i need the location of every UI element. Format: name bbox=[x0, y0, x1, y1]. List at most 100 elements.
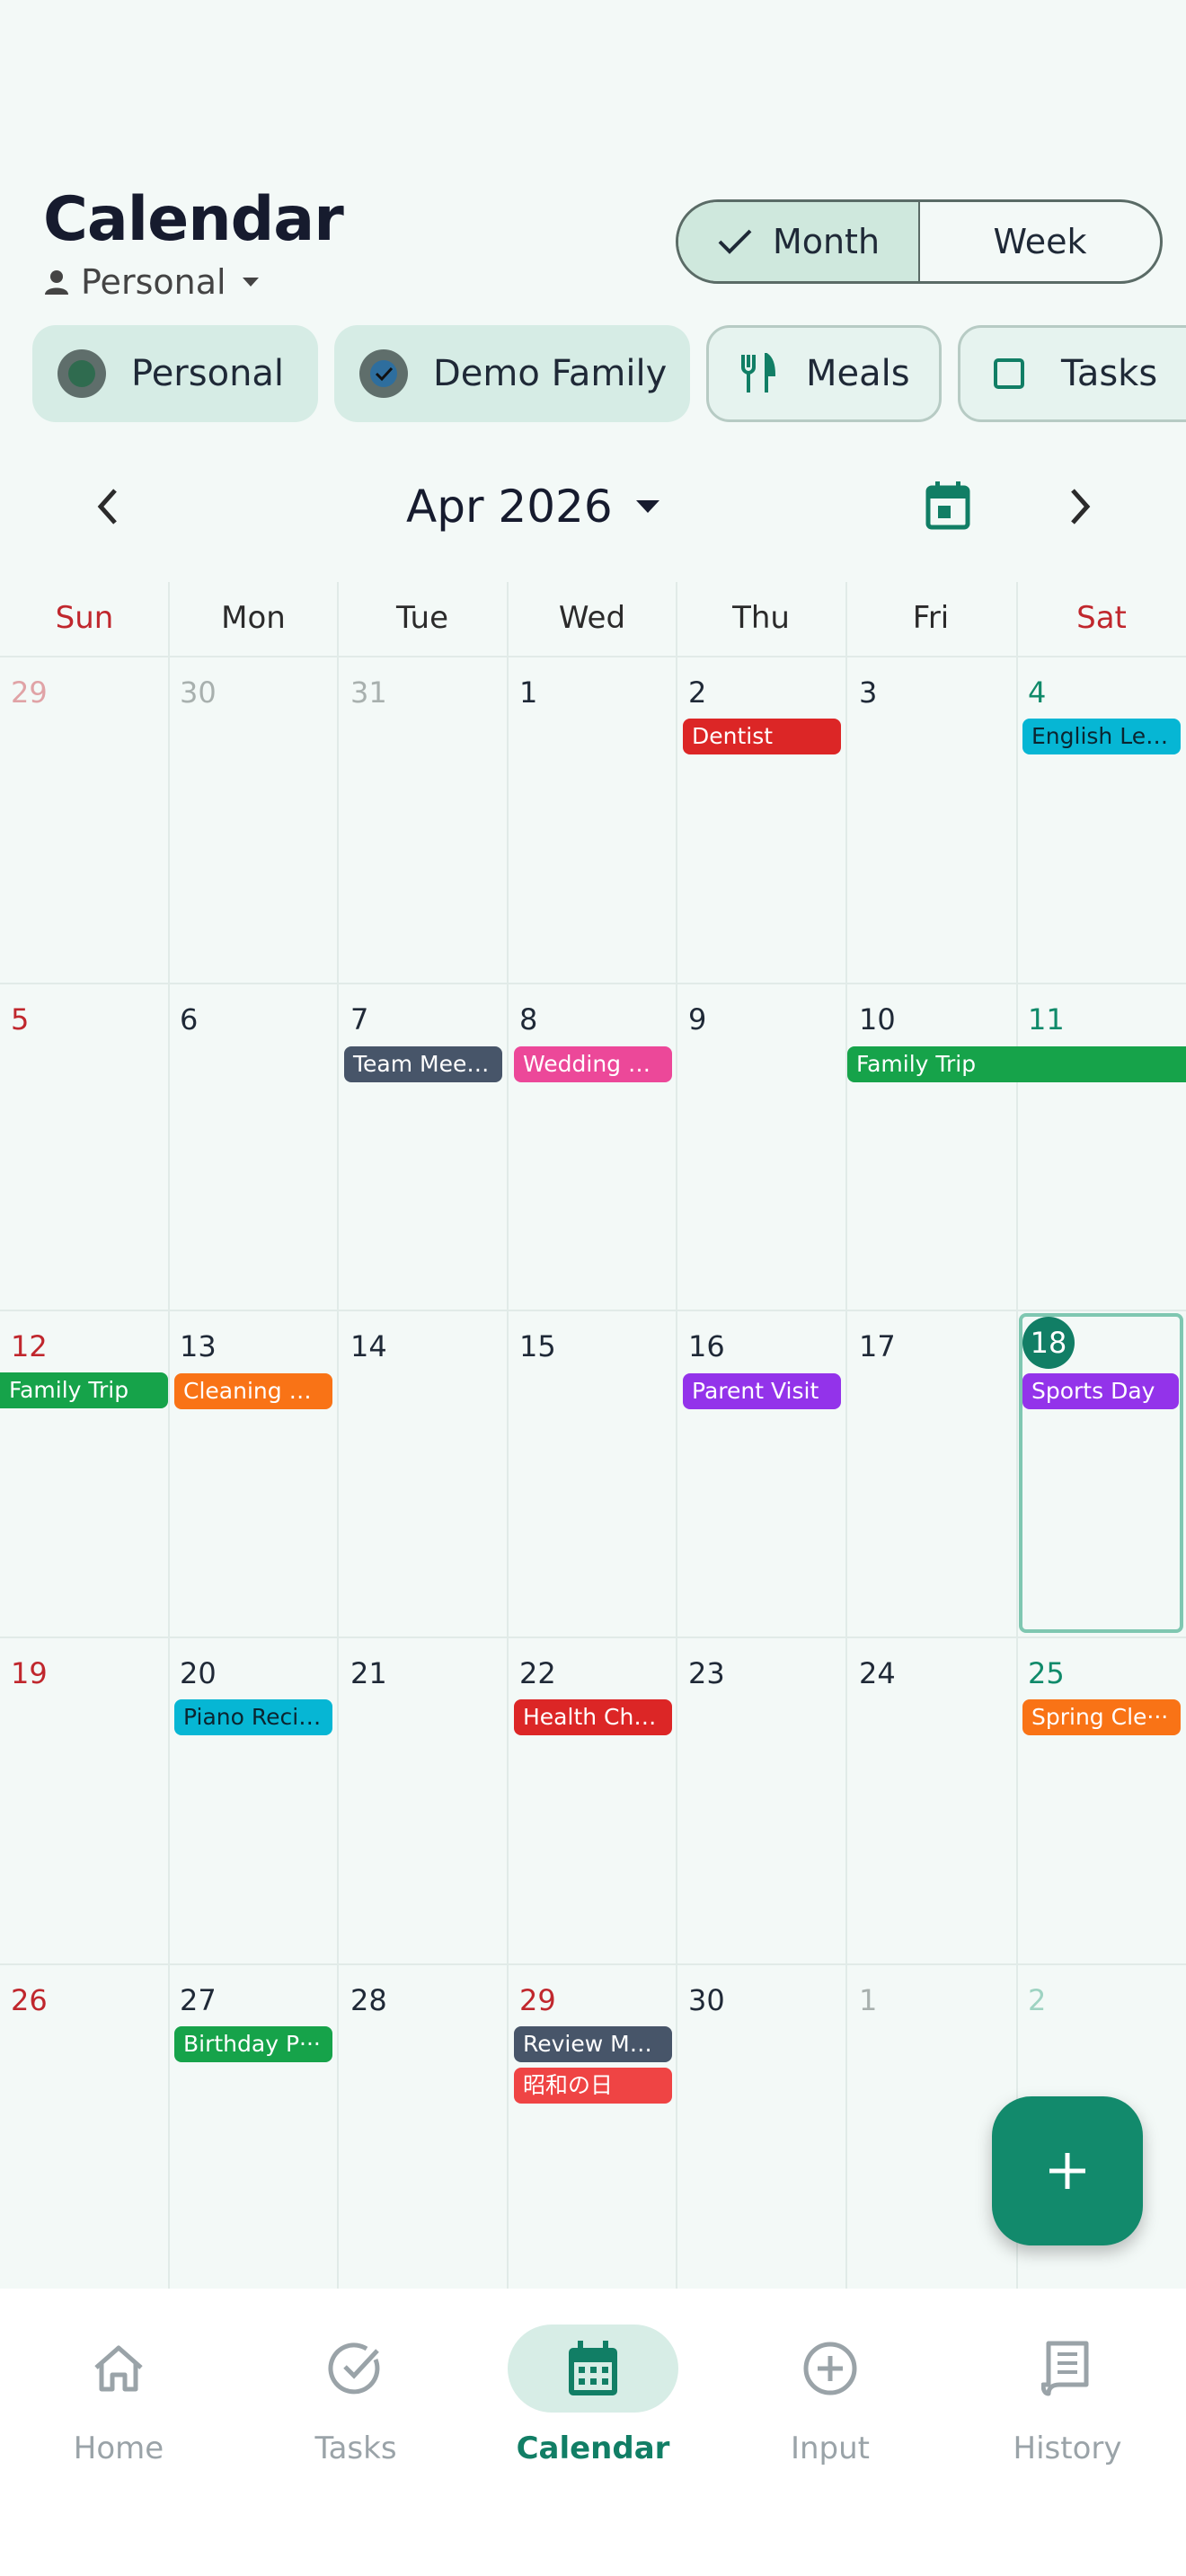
event-chip[interactable]: Health Che··· bbox=[514, 1699, 672, 1735]
filter-chip-meals[interactable]: Meals bbox=[706, 325, 942, 422]
previous-month-button[interactable] bbox=[88, 481, 128, 532]
day-number[interactable]: 17 bbox=[859, 1329, 896, 1363]
next-month-button[interactable] bbox=[1060, 481, 1100, 532]
fork-knife-icon bbox=[741, 353, 775, 393]
day-number[interactable]: 22 bbox=[519, 1656, 556, 1690]
month-view-label: Month bbox=[772, 222, 881, 261]
page-title: Calendar bbox=[43, 184, 344, 255]
day-number[interactable]: 25 bbox=[1028, 1656, 1065, 1690]
day-number[interactable]: 13 bbox=[180, 1329, 217, 1363]
event-chip-multiday[interactable]: Family Trip bbox=[0, 1372, 168, 1408]
event-chip[interactable]: Parent Visit bbox=[683, 1373, 841, 1409]
calendar-icon bbox=[569, 2341, 617, 2395]
day-number[interactable]: 9 bbox=[688, 1002, 706, 1037]
add-event-button[interactable] bbox=[992, 2096, 1143, 2245]
view-toggle: Month Week bbox=[676, 199, 1163, 284]
event-chip[interactable]: Birthday P··· bbox=[174, 2026, 332, 2062]
day-number[interactable]: 2 bbox=[1028, 1983, 1046, 2017]
check-icon bbox=[718, 229, 752, 254]
event-chip[interactable]: Cleaning Day bbox=[174, 1373, 332, 1409]
day-number[interactable]: 4 bbox=[1028, 675, 1046, 710]
day-number[interactable]: 30 bbox=[688, 1983, 725, 2017]
day-number[interactable]: 31 bbox=[350, 675, 387, 710]
day-number[interactable]: 1 bbox=[859, 1983, 877, 2017]
day-number[interactable]: 8 bbox=[519, 1002, 537, 1037]
month-picker[interactable]: Apr 2026 bbox=[406, 481, 659, 533]
nav-label: Calendar bbox=[516, 2430, 670, 2466]
event-chip-multiday[interactable]: Family Trip bbox=[847, 1046, 1186, 1082]
filter-chip-personal[interactable]: Personal bbox=[32, 325, 318, 422]
day-number[interactable]: 19 bbox=[11, 1656, 48, 1690]
account-selector[interactable]: Personal bbox=[45, 262, 259, 302]
day-number[interactable]: 29 bbox=[519, 1983, 556, 2017]
home-icon bbox=[94, 2345, 143, 2392]
filter-label: Demo Family bbox=[433, 353, 668, 394]
nav-label: Home bbox=[73, 2430, 164, 2466]
day-number[interactable]: 2 bbox=[688, 675, 706, 710]
bottom-navigation: Home Tasks Calendar Input History bbox=[0, 2289, 1186, 2576]
day-number[interactable]: 5 bbox=[11, 1002, 29, 1037]
filter-chip-demo-family[interactable]: Demo Family bbox=[334, 325, 690, 422]
nav-label: Input bbox=[790, 2430, 871, 2466]
month-view-button[interactable]: Month bbox=[678, 202, 920, 281]
event-chip[interactable]: Team Meet··· bbox=[344, 1046, 502, 1082]
filter-label: Personal bbox=[131, 353, 285, 394]
day-number[interactable]: 11 bbox=[1028, 1002, 1065, 1037]
event-chip[interactable]: Review Me··· bbox=[514, 2026, 672, 2062]
nav-calendar[interactable]: Calendar bbox=[474, 2325, 712, 2486]
day-number[interactable]: 21 bbox=[350, 1656, 387, 1690]
day-number[interactable]: 14 bbox=[350, 1329, 387, 1363]
event-chip[interactable]: English Les··· bbox=[1022, 719, 1181, 754]
event-chip[interactable]: Wedding A··· bbox=[514, 1046, 672, 1082]
weekday-header: Fri bbox=[912, 600, 950, 636]
event-chip[interactable]: Spring Cle··· bbox=[1022, 1699, 1181, 1735]
nav-input[interactable]: Input bbox=[712, 2325, 949, 2486]
task-check-icon bbox=[328, 2342, 380, 2395]
account-name: Personal bbox=[81, 262, 226, 302]
event-chip[interactable]: Dentist bbox=[683, 719, 841, 754]
chevron-down-icon bbox=[242, 278, 259, 287]
day-number[interactable]: 30 bbox=[180, 675, 217, 710]
weekday-header: Sun bbox=[55, 600, 114, 636]
day-number[interactable]: 3 bbox=[859, 675, 877, 710]
nav-label: History bbox=[1013, 2430, 1122, 2466]
filter-chip-tasks[interactable]: Tasks bbox=[958, 325, 1186, 422]
nav-tasks[interactable]: Tasks bbox=[237, 2325, 474, 2486]
day-number[interactable]: 6 bbox=[180, 1002, 198, 1037]
nav-home[interactable]: Home bbox=[0, 2325, 237, 2486]
checked-circle-icon bbox=[359, 349, 408, 398]
day-number[interactable]: 1 bbox=[519, 675, 537, 710]
day-number[interactable]: 29 bbox=[11, 675, 48, 710]
nav-label: Tasks bbox=[314, 2430, 397, 2466]
plus-icon bbox=[1049, 2153, 1085, 2189]
day-number[interactable]: 26 bbox=[11, 1983, 48, 2017]
day-number[interactable]: 15 bbox=[519, 1329, 556, 1363]
person-icon bbox=[45, 270, 68, 295]
add-circle-icon bbox=[803, 2342, 857, 2395]
day-number[interactable]: 10 bbox=[859, 1002, 896, 1037]
receipt-icon bbox=[1041, 2341, 1089, 2396]
day-number[interactable]: 12 bbox=[11, 1329, 48, 1363]
dropdown-icon bbox=[635, 500, 659, 513]
event-chip[interactable]: Sports Day bbox=[1022, 1373, 1179, 1409]
day-number[interactable]: 16 bbox=[688, 1329, 725, 1363]
weekday-header: Thu bbox=[732, 600, 790, 636]
today-date: 18 bbox=[1022, 1317, 1075, 1369]
day-number[interactable]: 24 bbox=[859, 1656, 896, 1690]
weekday-header: Mon bbox=[221, 600, 286, 636]
checkbox-icon bbox=[994, 358, 1024, 389]
day-number[interactable]: 23 bbox=[688, 1656, 725, 1690]
nav-history[interactable]: History bbox=[949, 2325, 1186, 2486]
event-chip[interactable]: 昭和の日 bbox=[514, 2068, 672, 2104]
week-view-button[interactable]: Week bbox=[920, 202, 1160, 281]
day-number[interactable]: 20 bbox=[180, 1656, 217, 1690]
day-number[interactable]: 7 bbox=[350, 1002, 368, 1037]
week-view-label: Week bbox=[993, 222, 1087, 261]
event-chip[interactable]: Piano Recital bbox=[174, 1699, 332, 1735]
filter-label: Meals bbox=[806, 353, 910, 394]
day-number[interactable]: 28 bbox=[350, 1983, 387, 2017]
weekday-header: Tue bbox=[395, 600, 449, 636]
checked-circle-icon bbox=[58, 349, 106, 398]
day-number[interactable]: 27 bbox=[180, 1983, 217, 2017]
today-calendar-icon[interactable] bbox=[925, 480, 970, 530]
